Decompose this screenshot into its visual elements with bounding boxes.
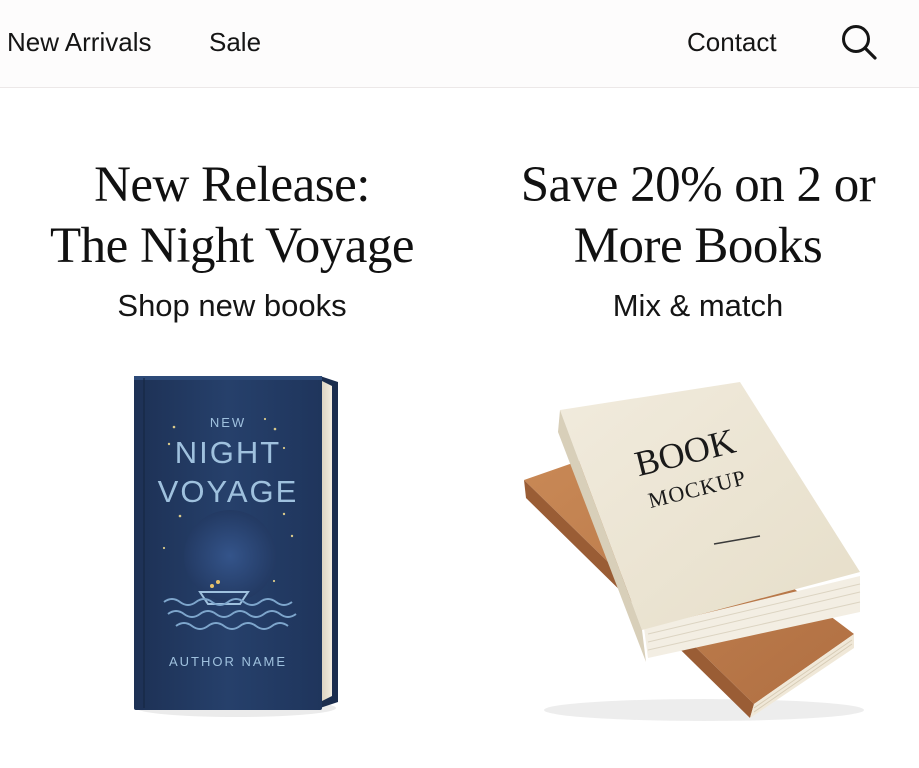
cover-title-text: NIGHT	[175, 435, 281, 470]
nav-link-new-arrivals[interactable]: New Arrivals	[7, 27, 151, 57]
search-icon	[842, 25, 877, 60]
nav-link-contact[interactable]: Contact	[687, 27, 777, 57]
cover-tag-text: NEW	[210, 415, 246, 430]
cover-title-text: VOYAGE	[158, 474, 299, 509]
top-nav: New Arrivals Sale Contact	[0, 0, 919, 88]
promo-title-line: The Night Voyage	[49, 218, 415, 274]
promo-title: Save 20% on 2 or More Books	[468, 155, 919, 277]
search-button[interactable]	[839, 22, 879, 62]
promo-title: New Release: The Night Voyage	[2, 155, 462, 277]
cover-author-text: AUTHOR NAME	[169, 654, 287, 669]
mix-and-match-link[interactable]: Mix & match	[613, 288, 784, 324]
night-voyage-book-image[interactable]: NEW NIGHT VOYAGE AUTHOR NAME	[124, 366, 348, 722]
shop-new-books-link[interactable]: Shop new books	[117, 288, 346, 324]
promo-save-20: Save 20% on 2 or More Books Mix & match	[468, 155, 919, 324]
nav-link-sale[interactable]: Sale	[209, 27, 261, 57]
promo-title-line: More Books	[573, 218, 823, 274]
book-mockup-image[interactable]: BOOK MOCKUP	[514, 372, 874, 727]
promo-title-line: Save 20% on 2 or	[520, 157, 876, 213]
promo-title-line: New Release:	[94, 157, 370, 213]
promo-new-release: New Release: The Night Voyage Shop new b…	[2, 155, 462, 324]
